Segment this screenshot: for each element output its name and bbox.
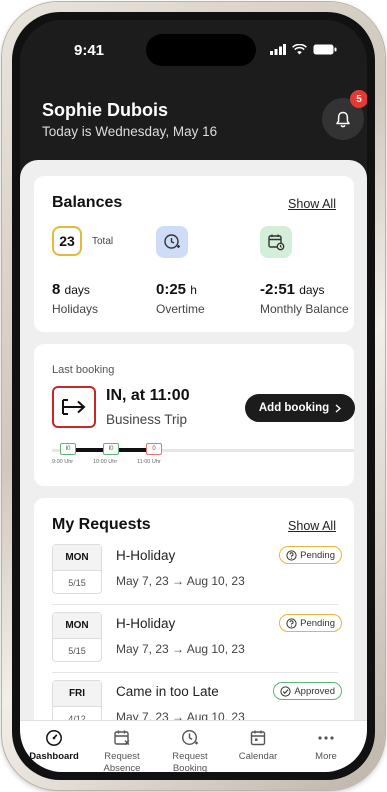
more-dots-icon — [318, 736, 334, 740]
holidays-label: Holidays — [52, 302, 99, 316]
request-day: MON — [53, 613, 101, 639]
wifi-icon — [292, 44, 307, 55]
dynamic-island — [146, 34, 256, 66]
question-icon — [286, 549, 297, 561]
app-header: 9:41 Sophie Dubois Today is Wednesday, M… — [20, 20, 367, 180]
monthly-balance-icon-tile — [260, 226, 292, 258]
booking-timeline: I0 I0 0 9:00 Uhr 10:00 Uhr 11:00 Uhr — [52, 441, 354, 471]
monthly-balance-value: -2:51 days — [260, 281, 325, 298]
request-divider — [52, 604, 338, 605]
timeline-marker-3: 0 — [146, 443, 162, 455]
nav-request-absence[interactable]: Request Absence — [92, 727, 152, 772]
nav-dashboard-label: Dashboard — [29, 751, 79, 762]
balances-show-all-link[interactable]: Show All — [288, 197, 336, 211]
question-icon — [286, 617, 297, 629]
calendar-x-icon — [114, 730, 130, 745]
timeline-time-3: 11:00 Uhr — [137, 459, 161, 465]
holidays-value: 8 days — [52, 281, 90, 298]
check-circle-icon — [280, 685, 291, 697]
request-type: Came in too Late — [116, 684, 219, 699]
balances-card: Balances Show All 23 Total 8 days Holida… — [34, 176, 354, 332]
gauge-icon — [46, 730, 62, 746]
arrow-in-icon — [62, 399, 86, 415]
nav-calendar-label: Calendar — [238, 751, 278, 762]
request-date-box: MON 5/15 — [52, 612, 102, 662]
status-time: 9:41 — [74, 42, 105, 59]
last-booking-title: IN, at 11:00 — [106, 387, 190, 404]
nav-calendar[interactable]: Calendar — [228, 727, 288, 763]
status-badge: Pending — [279, 614, 342, 632]
clock-icon — [181, 729, 198, 746]
nav-request-booking[interactable]: Request Booking — [160, 727, 220, 772]
nav-more-label: More — [315, 751, 337, 762]
app-screen: 9:41 Sophie Dubois Today is Wednesday, M… — [20, 20, 367, 772]
requests-show-all-link[interactable]: Show All — [288, 519, 336, 533]
request-day: MON — [53, 545, 101, 571]
total-label: Total — [92, 236, 114, 247]
total-balance-badge: 23 — [52, 226, 82, 256]
request-day: FRI — [53, 681, 101, 707]
booking-in-icon-box — [52, 386, 96, 428]
timeline-time-2: 10:00 Uhr — [93, 459, 118, 465]
request-date: 5/15 — [68, 646, 86, 656]
timeline-marker-1: I0 — [60, 443, 76, 455]
request-item[interactable]: MON 5/15 H-Holiday May 7, 23 → Aug 10, 2… — [52, 612, 342, 672]
last-booking-card: Last booking IN, at 11:00 Business Trip … — [34, 344, 355, 486]
last-booking-label: Last booking — [52, 364, 115, 376]
nav-request-booking-label: Request Booking — [172, 751, 208, 772]
nav-more[interactable]: More — [296, 727, 356, 763]
clock-plus-icon — [164, 234, 180, 249]
request-type: H-Holiday — [116, 616, 176, 631]
requests-card: My Requests Show All MON 5/15 H-Holiday … — [34, 498, 354, 738]
user-name: Sophie Dubois — [42, 100, 168, 120]
requests-title: My Requests — [52, 516, 151, 533]
status-badge: Approved — [273, 682, 342, 700]
request-range: May 7, 23 → Aug 10, 23 — [116, 642, 245, 656]
request-type: H-Holiday — [116, 548, 176, 563]
request-date-box: MON 5/15 — [52, 544, 102, 594]
calendar-icon — [250, 730, 266, 746]
notification-badge: 5 — [350, 90, 367, 108]
timeline-time-1: 9:00 Uhr — [52, 459, 74, 465]
balances-title: Balances — [52, 194, 123, 211]
bell-icon — [336, 111, 350, 127]
request-date: 5/15 — [68, 578, 86, 588]
request-divider — [52, 672, 338, 673]
overtime-icon-tile — [156, 226, 188, 258]
overtime-value: 0:25 h — [156, 281, 197, 298]
status-bar: 9:41 — [20, 20, 367, 68]
monthly-balance-label: Monthly Balance — [260, 302, 349, 316]
bottom-nav: Dashboard Request Absence Request Bookin… — [20, 720, 367, 772]
today-date: Today is Wednesday, May 16 — [42, 124, 218, 139]
request-item[interactable]: MON 5/15 H-Holiday May 7, 23 → Aug 10, 2… — [52, 544, 342, 604]
phone-bezel: 9:41 Sophie Dubois Today is Wednesday, M… — [12, 12, 375, 780]
status-badge: Pending — [279, 546, 342, 564]
nav-request-absence-label: Request Absence — [103, 751, 141, 772]
signal-icon — [270, 44, 286, 55]
overtime-label: Overtime — [156, 302, 205, 316]
nav-dashboard[interactable]: Dashboard — [24, 727, 84, 763]
battery-icon — [313, 44, 337, 55]
chevron-right-icon — [335, 403, 342, 413]
dashboard-content: Balances Show All 23 Total 8 days Holida… — [20, 160, 367, 738]
add-booking-button[interactable]: Add booking — [245, 394, 355, 422]
status-icons — [270, 44, 337, 55]
calendar-clock-icon — [268, 234, 285, 251]
request-range: May 7, 23 → Aug 10, 23 — [116, 574, 245, 588]
timeline-marker-2: I0 — [103, 443, 119, 455]
phone-frame: 9:41 Sophie Dubois Today is Wednesday, M… — [2, 2, 385, 790]
last-booking-subtitle: Business Trip — [106, 412, 188, 427]
